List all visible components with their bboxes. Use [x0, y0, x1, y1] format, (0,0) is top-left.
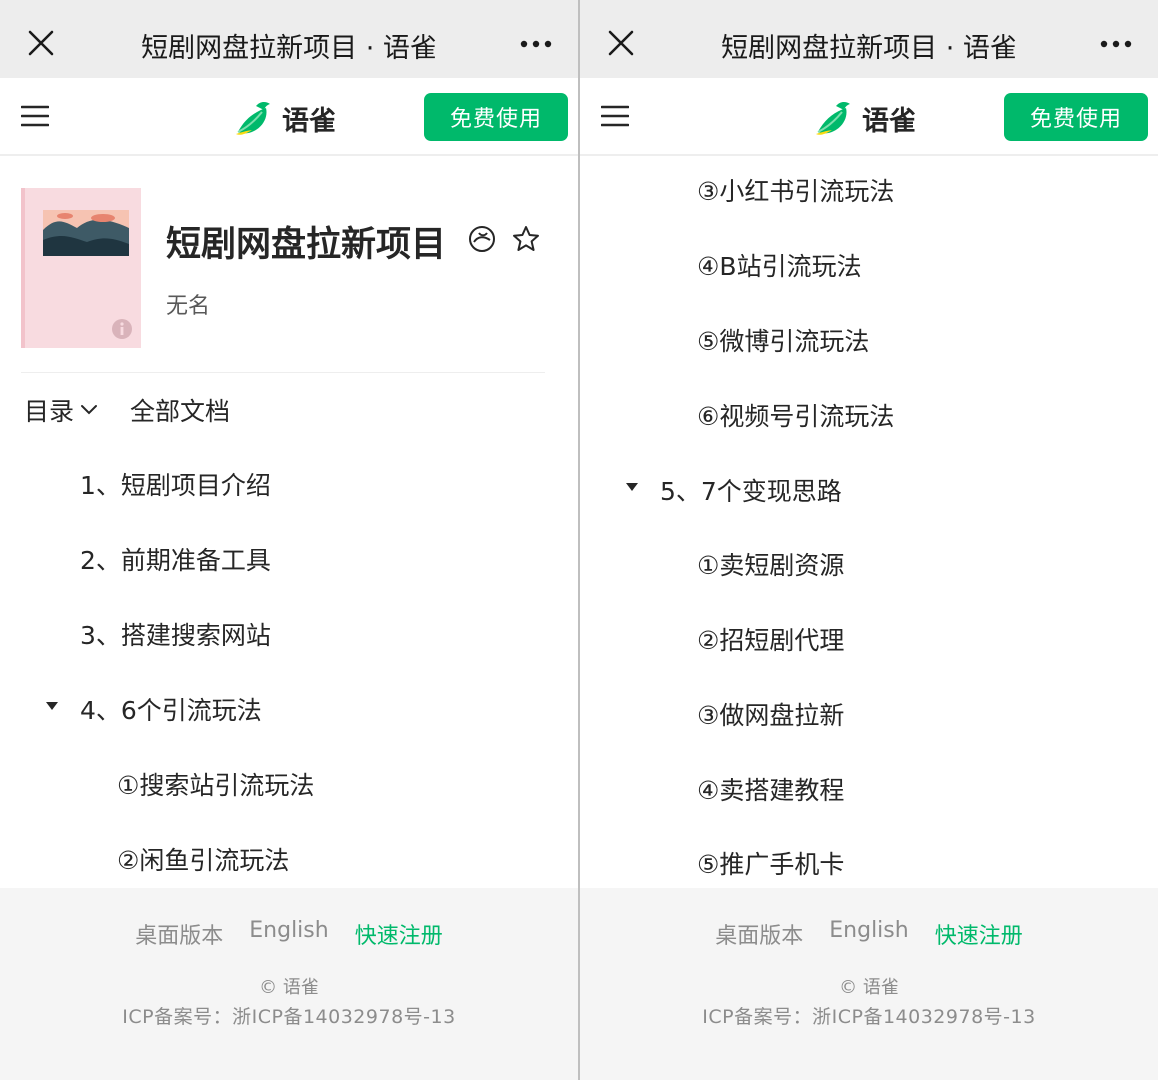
footer: 桌面版本 English 快速注册 © 语雀 ICP备案号：浙ICP备14032…	[0, 888, 578, 1080]
toc-item[interactable]: ③小红书引流玩法	[697, 172, 894, 208]
toc-item[interactable]: ⑥视频号引流玩法	[697, 397, 894, 433]
more-icon[interactable]	[520, 40, 552, 48]
title-bar: 短剧网盘拉新项目 · 语雀	[0, 0, 578, 78]
brand-name: 语雀	[282, 105, 336, 137]
toc-item[interactable]: ⑤微博引流玩法	[697, 322, 869, 358]
brand-logo[interactable]: 语雀	[814, 98, 916, 138]
book-author[interactable]: 无名	[166, 288, 210, 320]
right-panel: 短剧网盘拉新项目 · 语雀 语雀 免费使用 ③小红书引流玩法 ④B站引流玩法 ⑤…	[580, 0, 1158, 1080]
footer: 桌面版本 English 快速注册 © 语雀 ICP备案号：浙ICP备14032…	[580, 888, 1158, 1080]
yuque-logo-icon	[816, 101, 850, 135]
left-panel: 短剧网盘拉新项目 · 语雀 语雀 免费使用 短剧网盘拉新项目 无名 目录 全部文…	[0, 0, 578, 1080]
cover-info-icon	[112, 319, 132, 339]
toc-item[interactable]: 1、短剧项目介绍	[80, 466, 271, 502]
toc-item[interactable]: 2、前期准备工具	[80, 541, 271, 577]
more-icon[interactable]	[1100, 40, 1132, 48]
close-icon[interactable]	[606, 28, 636, 58]
menu-icon[interactable]	[601, 104, 629, 128]
caret-down-icon[interactable]	[45, 701, 59, 711]
window-title: 短剧网盘拉新项目 · 语雀	[721, 33, 1017, 64]
footer-links: 桌面版本 English 快速注册	[580, 918, 1158, 950]
icp-number[interactable]: ICP备案号：浙ICP备14032978号-13	[580, 1002, 1158, 1029]
toc-item[interactable]: ②招短剧代理	[697, 621, 844, 657]
desktop-version-link[interactable]: 桌面版本	[715, 918, 803, 950]
app-header: 语雀 免费使用	[0, 78, 578, 156]
english-link[interactable]: English	[249, 918, 328, 950]
all-docs-link[interactable]: 全部文档	[130, 392, 230, 428]
register-link[interactable]: 快速注册	[355, 918, 443, 950]
toc-header: 目录 全部文档	[24, 392, 230, 428]
toc-dropdown-label[interactable]: 目录	[24, 392, 74, 428]
toc-item[interactable]: ①卖短剧资源	[697, 546, 844, 582]
footer-links: 桌面版本 English 快速注册	[0, 918, 578, 950]
free-use-button[interactable]: 免费使用	[1004, 93, 1148, 141]
toc-item[interactable]: 3、搭建搜索网站	[80, 616, 271, 652]
free-use-button[interactable]: 免费使用	[424, 93, 568, 141]
book-title-actions	[467, 224, 541, 254]
desktop-version-link[interactable]: 桌面版本	[135, 918, 223, 950]
copyright: © 语雀	[259, 977, 319, 998]
brand-logo[interactable]: 语雀	[234, 98, 336, 138]
toc-item[interactable]: 5、7个变现思路	[660, 472, 842, 508]
chevron-down-icon[interactable]	[80, 404, 98, 416]
cover-art	[43, 210, 129, 256]
close-icon[interactable]	[26, 28, 56, 58]
register-link[interactable]: 快速注册	[935, 918, 1023, 950]
toc-item[interactable]: ④卖搭建教程	[697, 771, 844, 807]
toc-item[interactable]: ②闲鱼引流玩法	[117, 841, 289, 877]
star-icon[interactable]	[511, 224, 541, 254]
toc-item[interactable]: ⑤推广手机卡	[697, 845, 844, 881]
title-bar: 短剧网盘拉新项目 · 语雀	[580, 0, 1158, 78]
copyright: © 语雀	[839, 977, 899, 998]
divider	[21, 372, 545, 373]
toc-item[interactable]: 4、6个引流玩法	[80, 691, 262, 727]
menu-icon[interactable]	[21, 104, 49, 128]
toc-item[interactable]: ①搜索站引流玩法	[117, 766, 314, 802]
window-title: 短剧网盘拉新项目 · 语雀	[141, 33, 437, 64]
book-title: 短剧网盘拉新项目	[166, 225, 447, 265]
toc-item[interactable]: ④B站引流玩法	[697, 247, 862, 283]
app-header: 语雀 免费使用	[580, 78, 1158, 156]
yuque-logo-icon	[236, 101, 270, 135]
caret-down-icon[interactable]	[625, 482, 639, 492]
book-cover[interactable]	[21, 188, 141, 348]
english-link[interactable]: English	[829, 918, 908, 950]
toc-item[interactable]: ③做网盘拉新	[697, 696, 844, 732]
icp-number[interactable]: ICP备案号：浙ICP备14032978号-13	[0, 1002, 578, 1029]
brand-name: 语雀	[862, 105, 916, 137]
knowledge-icon[interactable]	[467, 224, 497, 254]
